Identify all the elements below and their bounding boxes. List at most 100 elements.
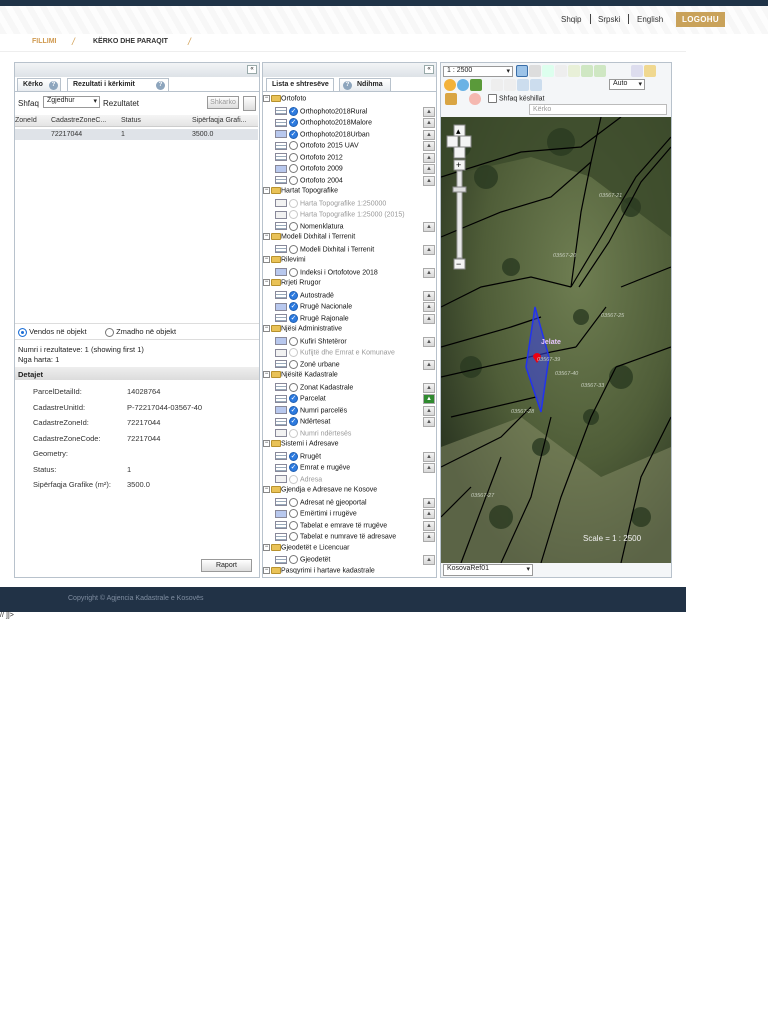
layer-checkbox[interactable] [289,555,298,564]
layer-options-icon[interactable]: ▲ [423,152,435,163]
collapse-icon[interactable]: − [263,371,270,378]
layer-item[interactable]: Ortofoto 2009 [275,164,343,175]
map-canvas[interactable]: 03567-21 03567-20 03567-25 03567-39 0356… [441,117,671,563]
layer-item[interactable]: Parcelat [275,394,326,405]
collapse-icon[interactable]: − [263,95,270,102]
lang-english[interactable]: English [637,15,663,24]
layer-checkbox[interactable] [289,394,298,403]
breadcrumb-home[interactable]: FILLIMI [32,38,57,45]
layer-checkbox[interactable] [289,198,298,208]
home-icon[interactable] [555,65,567,77]
layer-group[interactable]: − Pasqyrimi i hartave kadastrale [263,566,375,578]
layer-item[interactable]: Rrugët [275,451,321,463]
tab-results[interactable]: Rezultati i kërkimit? [67,78,169,91]
col-status[interactable]: Status [121,117,141,124]
pan-icon[interactable] [516,65,528,77]
layer-options-icon[interactable]: ▲ [423,463,435,473]
collapse-icon[interactable]: − [263,233,270,240]
full-extent-icon[interactable] [568,65,580,77]
collapse-icon[interactable]: « [247,65,257,74]
layer-item[interactable]: Kufijtë dhe Emrat e Komunave [275,348,395,359]
layer-options-icon[interactable]: ▲ [423,532,435,542]
layer-options-icon[interactable]: ▲ [423,451,435,462]
layer-options-icon[interactable]: ▲ [423,313,435,324]
draw-icon[interactable] [445,93,457,105]
radio-place[interactable]: Vendos në objekt [18,327,87,337]
layer-options-icon[interactable]: ▲ [423,520,435,531]
layer-options-icon[interactable]: ▲ [423,394,435,404]
layer-checkbox[interactable] [289,509,298,518]
collapse-icon[interactable]: − [263,187,270,194]
layer-options-icon[interactable]: ▲ [423,106,435,117]
layer-checkbox[interactable] [289,313,298,323]
checkbox-icon[interactable] [488,94,497,103]
layer-item[interactable]: Autostradë [275,290,334,302]
layer-options-icon[interactable]: ▲ [423,221,435,232]
layer-group[interactable]: − Njësi Administrative [263,325,342,336]
export-icon[interactable] [644,65,656,77]
layer-icon[interactable] [470,79,482,91]
layer-item[interactable]: Orthophoto2018Urban [275,129,370,141]
layer-options-icon[interactable]: ▲ [423,336,435,347]
collapse-icon[interactable]: − [263,566,270,574]
tab-search[interactable]: Kërko? [17,78,61,91]
help-icon[interactable]: ? [49,81,58,90]
layer-item[interactable]: Tabelat e emrave të rrugëve [275,520,387,532]
zoom-out-icon[interactable]: − [456,259,461,269]
baselayer-select[interactable]: KosovaRef01 ▾ [443,564,533,576]
layer-group[interactable]: − Sistemi i Adresave [263,440,339,451]
tab-layers[interactable]: Lista e shtresëve [266,78,334,91]
layer-checkbox[interactable] [289,336,298,346]
layer-item[interactable]: Numri parcelës [275,405,347,417]
layer-options-icon[interactable]: ▲ [423,382,435,393]
layer-options-icon[interactable]: ▲ [423,141,435,151]
layer-options-icon[interactable]: ▲ [423,118,435,128]
col-zonecode[interactable]: CadastreZoneC... [51,117,106,124]
layer-options-icon[interactable]: ▲ [423,405,435,416]
comment-icon[interactable] [444,79,456,91]
layer-options-icon[interactable]: ▲ [423,267,435,278]
auto-select[interactable]: Auto ▾ [609,79,645,90]
select-icon[interactable] [491,79,504,91]
layer-checkbox[interactable] [289,244,298,254]
layer-checkbox[interactable] [289,221,298,231]
layer-checkbox[interactable] [289,382,298,392]
layer-checkbox[interactable] [289,463,298,472]
layer-checkbox[interactable] [289,451,298,461]
layer-options-icon[interactable]: ▲ [423,175,435,186]
collapse-icon[interactable]: − [263,543,270,551]
layer-group[interactable]: − Rrjeti Rrugor [263,279,321,290]
radio-zoom[interactable]: Zmadho në objekt [105,327,176,337]
layer-options-icon[interactable]: ▲ [423,302,435,312]
col-zoneid[interactable]: ZoneId [15,117,37,124]
layer-item[interactable]: Numri ndërtesës [275,428,351,440]
layer-checkbox[interactable] [289,129,298,139]
layer-checkbox[interactable] [289,520,298,530]
layer-checkbox[interactable] [289,532,298,541]
collapse-icon[interactable]: − [263,279,270,286]
layer-checkbox[interactable] [289,152,298,162]
collapse-icon[interactable]: − [263,486,270,493]
pan-up-icon[interactable]: ▴ [456,126,461,136]
layer-options-icon[interactable]: ▲ [423,417,435,427]
radio-icon[interactable] [105,327,114,337]
scale-select[interactable]: 1 : 2500 ▾ [443,66,513,77]
back-icon[interactable] [581,65,593,77]
layer-item[interactable]: Gjeodetët [275,555,330,566]
layer-options-icon[interactable]: ▲ [423,509,435,519]
layer-checkbox[interactable] [289,175,298,185]
col-area[interactable]: Sipërfaqja Grafi... [192,117,246,124]
options-button[interactable] [243,96,256,111]
layer-item[interactable]: Indeksi i Ortofotove 2018 [275,267,378,279]
layer-item[interactable]: Nomenklatura [275,221,344,233]
layer-item[interactable]: Emërtimi i rrugëve [275,509,357,520]
layer-checkbox[interactable] [289,348,298,357]
layer-options-icon[interactable]: ▲ [423,359,435,370]
map-view[interactable]: 03567-21 03567-20 03567-25 03567-39 0356… [441,117,671,563]
layer-checkbox[interactable] [289,141,298,150]
layer-item[interactable]: Ortofoto 2004 [275,175,343,187]
layer-item[interactable]: Harta Topografike 1:25000 (2015) [275,210,405,221]
layer-item[interactable]: Adresat në gjeoportal [275,497,367,509]
layer-checkbox[interactable] [289,210,298,219]
layer-group[interactable]: − Gjendja e Adresave ne Kosove [263,486,377,497]
